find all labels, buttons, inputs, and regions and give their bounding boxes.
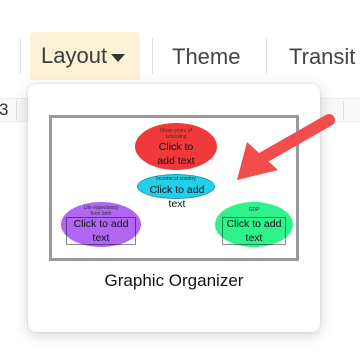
pointer-arrow-icon: [237, 114, 335, 180]
arrow-shaft: [253, 114, 335, 166]
